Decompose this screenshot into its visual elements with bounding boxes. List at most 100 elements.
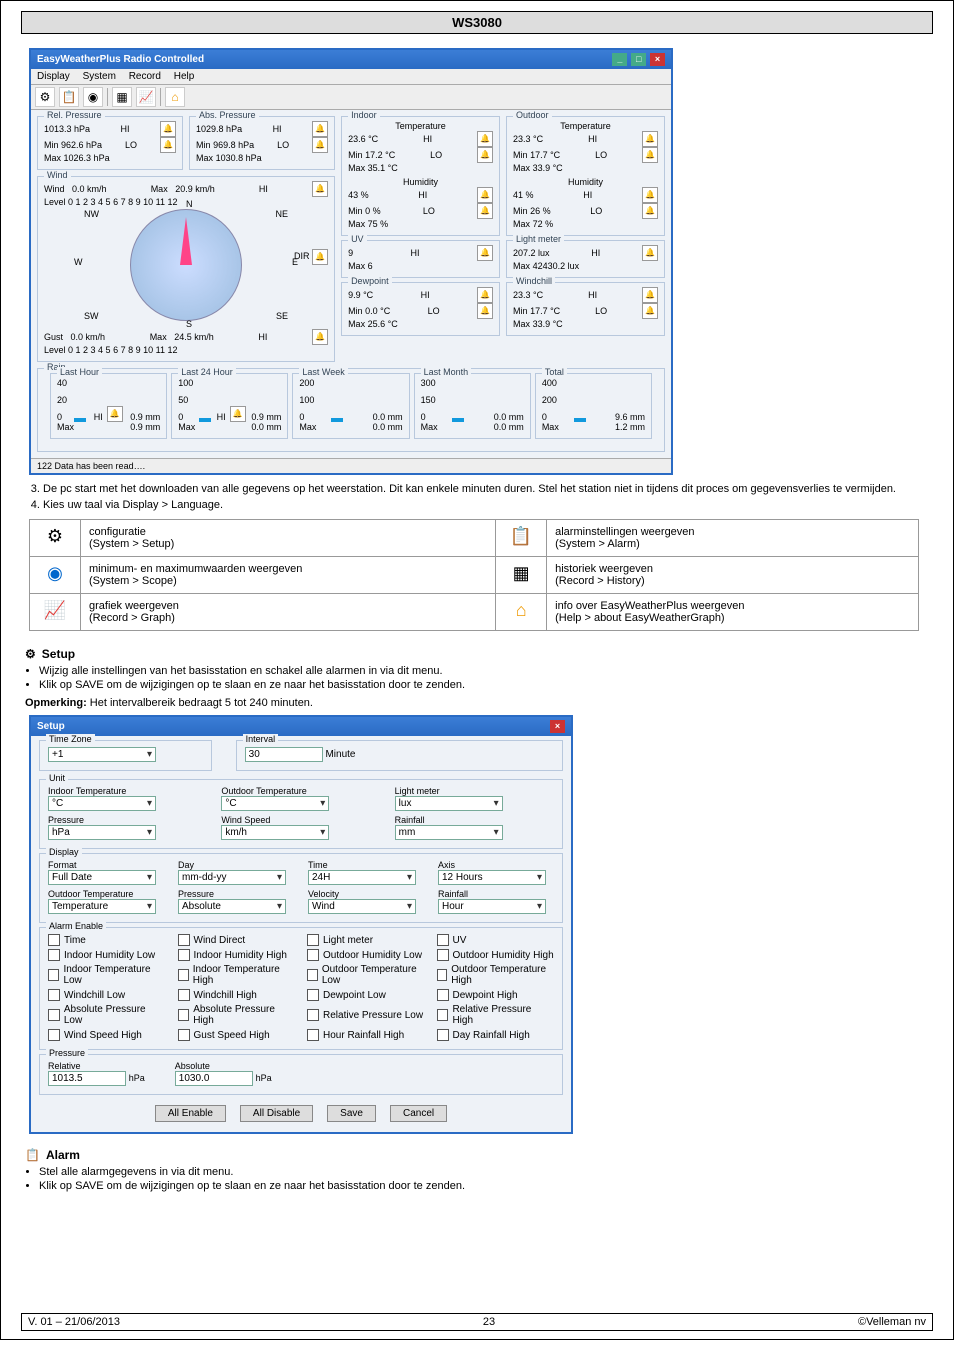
alarm-checkbox[interactable]: Indoor Humidity High xyxy=(178,949,296,961)
checkbox-icon[interactable] xyxy=(307,969,318,981)
alarm-checkbox[interactable]: Wind Speed High xyxy=(48,1029,166,1041)
alarm-checkbox[interactable]: Outdoor Temperature Low xyxy=(307,964,425,986)
maximize-icon[interactable]: □ xyxy=(631,53,646,66)
clear-icon[interactable]: 🔔 xyxy=(312,329,328,345)
clear-icon[interactable]: 🔔 xyxy=(477,147,493,163)
alarm-checkbox[interactable]: Windchill Low xyxy=(48,989,166,1001)
disp-select[interactable]: mm-dd-yy xyxy=(178,870,286,885)
unit-select[interactable]: °C xyxy=(221,796,329,811)
alarm-checkbox[interactable]: Dewpoint Low xyxy=(307,989,425,1001)
clear-icon[interactable]: 🔔 xyxy=(477,203,493,219)
checkbox-icon[interactable] xyxy=(48,969,59,981)
alarm-checkbox[interactable]: Gust Speed High xyxy=(178,1029,296,1041)
clear-icon[interactable]: 🔔 xyxy=(642,131,658,147)
alarm-checkbox[interactable]: Outdoor Humidity High xyxy=(437,949,555,961)
clear-icon[interactable]: 🔔 xyxy=(107,406,123,422)
alarm-checkbox[interactable]: Indoor Temperature High xyxy=(178,964,296,986)
menu-system[interactable]: System xyxy=(83,71,116,82)
menu-record[interactable]: Record xyxy=(129,71,161,82)
checkbox-icon[interactable] xyxy=(307,949,319,961)
disp-select[interactable]: Full Date xyxy=(48,870,156,885)
absolute-input[interactable]: 1030.0 xyxy=(175,1071,253,1086)
home-icon[interactable]: ⌂ xyxy=(165,87,185,107)
scope-icon[interactable]: ◉ xyxy=(83,87,103,107)
alarm-checkbox[interactable]: UV xyxy=(437,934,555,946)
menu-help[interactable]: Help xyxy=(174,71,195,82)
graph-icon[interactable]: 📈 xyxy=(136,87,156,107)
clear-icon[interactable]: 🔔 xyxy=(642,203,658,219)
relative-input[interactable]: 1013.5 xyxy=(48,1071,126,1086)
timezone-select[interactable]: +1 xyxy=(48,747,156,762)
checkbox-icon[interactable] xyxy=(178,989,190,1001)
clear-icon[interactable]: 🔔 xyxy=(477,187,493,203)
unit-select[interactable]: mm xyxy=(395,825,503,840)
history-icon[interactable]: ▦ xyxy=(112,87,132,107)
checkbox-icon[interactable] xyxy=(178,1029,190,1041)
disp-select[interactable]: Temperature xyxy=(48,899,156,914)
checkbox-icon[interactable] xyxy=(437,1029,449,1041)
alarm-checkbox[interactable]: Outdoor Humidity Low xyxy=(307,949,425,961)
disp-select[interactable]: Hour xyxy=(438,899,546,914)
clear-icon[interactable]: 🔔 xyxy=(312,249,328,265)
clear-icon[interactable]: 🔔 xyxy=(642,245,658,261)
alarm-checkbox[interactable]: Windchill High xyxy=(178,989,296,1001)
alarm-checkbox[interactable]: Indoor Temperature Low xyxy=(48,964,166,986)
all-enable-button[interactable]: All Enable xyxy=(155,1105,226,1122)
disp-select[interactable]: Absolute xyxy=(178,899,286,914)
checkbox-icon[interactable] xyxy=(48,1029,60,1041)
clear-icon[interactable]: 🔔 xyxy=(312,181,328,197)
checkbox-icon[interactable] xyxy=(437,989,449,1001)
close-icon[interactable]: × xyxy=(550,720,565,733)
clear-icon[interactable]: 🔔 xyxy=(642,303,658,319)
checkbox-icon[interactable] xyxy=(307,934,319,946)
alarm-checkbox[interactable]: Wind Direct xyxy=(178,934,296,946)
alarm-checkbox[interactable]: Hour Rainfall High xyxy=(307,1029,425,1041)
clear-icon[interactable]: 🔔 xyxy=(477,131,493,147)
clear-icon[interactable]: 🔔 xyxy=(477,303,493,319)
disp-select[interactable]: 24H xyxy=(308,870,416,885)
checkbox-icon[interactable] xyxy=(48,949,60,961)
disp-select[interactable]: Wind xyxy=(308,899,416,914)
unit-select[interactable]: lux xyxy=(395,796,503,811)
checkbox-icon[interactable] xyxy=(437,1009,449,1021)
unit-select[interactable]: km/h xyxy=(221,825,329,840)
alarm-checkbox[interactable]: Relative Pressure High xyxy=(437,1004,555,1026)
save-button[interactable]: Save xyxy=(327,1105,376,1122)
alarm-icon[interactable]: 📋 xyxy=(59,87,79,107)
checkbox-icon[interactable] xyxy=(178,1009,190,1021)
alarm-checkbox[interactable]: Day Rainfall High xyxy=(437,1029,555,1041)
unit-select[interactable]: hPa xyxy=(48,825,156,840)
clear-icon[interactable]: 🔔 xyxy=(477,287,493,303)
cancel-button[interactable]: Cancel xyxy=(390,1105,447,1122)
checkbox-icon[interactable] xyxy=(307,1009,319,1021)
checkbox-icon[interactable] xyxy=(437,949,449,961)
alarm-checkbox[interactable]: Light meter xyxy=(307,934,425,946)
checkbox-icon[interactable] xyxy=(178,949,190,961)
clear-icon[interactable]: 🔔 xyxy=(160,121,176,137)
disp-select[interactable]: 12 Hours xyxy=(438,870,546,885)
clear-icon[interactable]: 🔔 xyxy=(477,245,493,261)
all-disable-button[interactable]: All Disable xyxy=(240,1105,313,1122)
menu-display[interactable]: Display xyxy=(37,71,70,82)
clear-icon[interactable]: 🔔 xyxy=(230,406,246,422)
alarm-checkbox[interactable]: Dewpoint High xyxy=(437,989,555,1001)
alarm-checkbox[interactable]: Relative Pressure Low xyxy=(307,1004,425,1026)
checkbox-icon[interactable] xyxy=(48,989,60,1001)
alarm-checkbox[interactable]: Outdoor Temperature High xyxy=(437,964,555,986)
interval-input[interactable]: 30 xyxy=(245,747,323,762)
checkbox-icon[interactable] xyxy=(178,934,190,946)
clear-icon[interactable]: 🔔 xyxy=(312,121,328,137)
checkbox-icon[interactable] xyxy=(437,969,448,981)
clear-icon[interactable]: 🔔 xyxy=(642,287,658,303)
clear-icon[interactable]: 🔔 xyxy=(642,187,658,203)
unit-select[interactable]: °C xyxy=(48,796,156,811)
checkbox-icon[interactable] xyxy=(48,1009,60,1021)
checkbox-icon[interactable] xyxy=(178,969,189,981)
alarm-checkbox[interactable]: Time xyxy=(48,934,166,946)
minimize-icon[interactable]: _ xyxy=(612,53,627,66)
checkbox-icon[interactable] xyxy=(437,934,449,946)
checkbox-icon[interactable] xyxy=(307,989,319,1001)
checkbox-icon[interactable] xyxy=(307,1029,319,1041)
alarm-checkbox[interactable]: Indoor Humidity Low xyxy=(48,949,166,961)
clear-icon[interactable]: 🔔 xyxy=(312,137,328,153)
